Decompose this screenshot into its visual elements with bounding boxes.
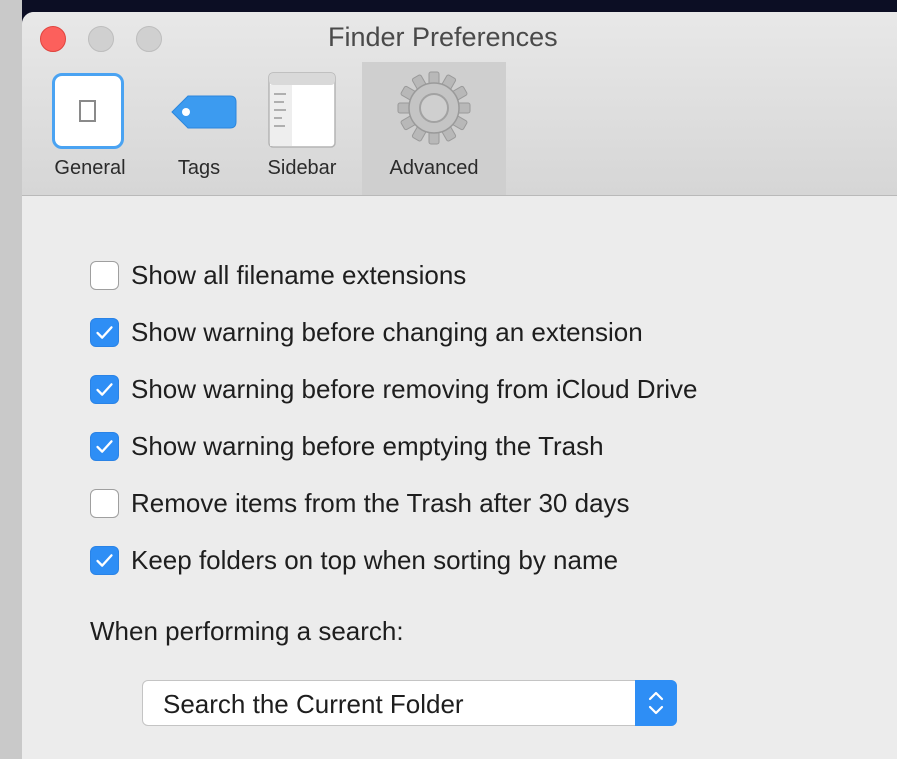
checkbox-warn-remove-icloud[interactable] [90,374,119,404]
tab-sidebar[interactable]: Sidebar [252,62,352,195]
tab-advanced-label: Advanced [389,157,479,179]
tab-general-label: General [54,157,126,179]
chevron-up-down-icon [648,691,664,715]
minimize-button[interactable] [88,26,114,52]
option-label: Keep folders on top when sorting by name [131,544,619,575]
checkbox-remove-trash-30-days[interactable] [90,488,119,518]
option-label: Show all filename extensions [131,259,467,290]
option-warn-remove-icloud[interactable]: Show warning before removing from iCloud… [90,372,697,406]
sidebar-icon [268,72,336,148]
option-remove-trash-30-days[interactable]: Remove items from the Trash after 30 day… [90,486,630,520]
checkbox-warn-change-extension[interactable] [90,317,119,347]
checkbox-warn-empty-trash[interactable] [90,431,119,461]
option-label: Show warning before changing an extensio… [131,316,643,347]
tab-advanced[interactable]: Advanced [362,62,506,195]
option-label: Show warning before emptying the Trash [131,430,604,461]
checkbox-folders-on-top[interactable] [90,545,119,575]
tag-icon [171,95,237,129]
checkbox-show-extensions[interactable] [90,260,119,290]
general-icon [52,73,124,149]
window-title: Finder Preferences [328,22,558,52]
tab-general[interactable]: General [40,62,140,195]
zoom-button[interactable] [136,26,162,52]
option-show-extensions[interactable]: Show all filename extensions [90,258,466,292]
option-warn-change-extension[interactable]: Show warning before changing an extensio… [90,315,643,349]
search-scope-label: When performing a search: [90,616,404,646]
search-scope-popup[interactable]: Search the Current Folder [142,680,677,726]
background-window-edge [0,0,22,759]
tab-tags[interactable]: Tags [158,62,240,195]
close-button[interactable] [40,26,66,52]
advanced-pane: Show all filename extensions Show warnin… [22,196,897,759]
option-warn-empty-trash[interactable]: Show warning before emptying the Trash [90,429,604,463]
toolbar: Finder Preferences General Tags Sidebar … [22,12,897,196]
gear-icon [397,71,471,145]
option-label: Remove items from the Trash after 30 day… [131,487,630,518]
tab-sidebar-label: Sidebar [267,157,337,179]
option-folders-on-top[interactable]: Keep folders on top when sorting by name [90,543,618,577]
search-scope-value: Search the Current Folder [163,689,464,719]
tab-tags-label: Tags [177,157,221,179]
option-label: Show warning before removing from iCloud… [131,373,698,404]
finder-preferences-window: Finder Preferences General Tags Sidebar … [22,12,897,759]
popup-stepper-button[interactable] [635,680,677,726]
